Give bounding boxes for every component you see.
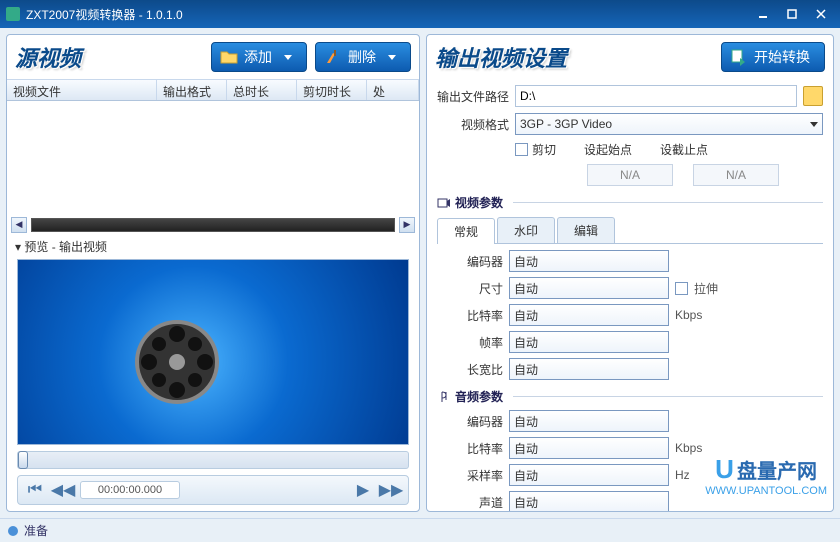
v-aspect-label: 长宽比 [437, 361, 503, 378]
chevron-down-icon [810, 122, 818, 127]
audio-params-group: 音频参数 [437, 388, 823, 405]
end-point-value: N/A [693, 164, 779, 186]
video-params-group: 视频参数 [437, 194, 823, 211]
prev-button[interactable]: ◀◀ [52, 480, 74, 500]
broom-icon [324, 48, 342, 66]
horizontal-scrollbar[interactable]: ◀ ▶ [7, 216, 419, 234]
a-samplerate-label: 采样率 [437, 467, 503, 484]
stretch-label: 拉伸 [694, 280, 718, 297]
a-samplerate-unit: Hz [675, 468, 690, 482]
close-button[interactable] [808, 6, 834, 22]
output-settings-panel: 输出视频设置 开始转换 输出文件路径 视频格式 3GP - 3GP Video … [426, 34, 834, 512]
add-button[interactable]: 添加 [211, 42, 307, 72]
browse-folder-button[interactable] [803, 86, 823, 106]
folder-icon [220, 48, 238, 66]
play-button[interactable]: ▶ [352, 480, 374, 500]
v-bitrate-select[interactable]: 自动 [509, 304, 669, 326]
col-duration[interactable]: 总时长 [227, 80, 297, 100]
a-channel-label: 声道 [437, 494, 503, 511]
stretch-checkbox[interactable] [675, 282, 688, 295]
timeline-slider[interactable] [17, 451, 409, 469]
v-fps-label: 帧率 [437, 334, 503, 351]
first-button[interactable]: ⏮ [24, 480, 46, 500]
app-icon [6, 7, 20, 21]
output-heading: 输出视频设置 [435, 41, 567, 73]
window-title: ZXT2007视频转换器 - 1.0.1.0 [26, 6, 183, 23]
player-controls: ⏮ ◀◀ 00:00:00.000 ▶ ▶▶ [17, 475, 409, 505]
v-size-label: 尺寸 [437, 280, 503, 297]
next-button[interactable]: ▶▶ [380, 480, 402, 500]
video-format-select[interactable]: 3GP - 3GP Video [515, 113, 823, 135]
audio-icon [437, 390, 451, 404]
delete-button[interactable]: 删除 [315, 42, 411, 72]
col-format[interactable]: 输出格式 [157, 80, 227, 100]
col-process[interactable]: 处 [367, 80, 419, 100]
status-bar: 准备 [0, 518, 840, 542]
a-bitrate-unit: Kbps [675, 441, 702, 455]
v-fps-select[interactable]: 自动 [509, 331, 669, 353]
chevron-down-icon [284, 55, 292, 60]
tab-edit[interactable]: 编辑 [557, 217, 615, 243]
maximize-button[interactable] [779, 6, 805, 22]
cut-label: 剪切 [532, 141, 556, 158]
tab-general[interactable]: 常规 [437, 218, 495, 244]
title-bar: ZXT2007视频转换器 - 1.0.1.0 [0, 0, 840, 28]
film-reel-icon [127, 312, 227, 412]
set-end-label: 设截止点 [660, 141, 708, 158]
chevron-down-icon [388, 55, 396, 60]
status-text: 准备 [24, 522, 48, 539]
v-encoder-select[interactable]: 自动 [509, 250, 669, 272]
delete-button-label: 删除 [348, 47, 376, 67]
minimize-button[interactable] [750, 6, 776, 22]
a-bitrate-select[interactable]: 自动 [509, 437, 669, 459]
preview-label: 预览 - 输出视频 [7, 234, 419, 257]
file-list-header: 视频文件 输出格式 总时长 剪切时长 处 [7, 79, 419, 101]
video-icon [437, 196, 451, 210]
v-size-select[interactable]: 自动 [509, 277, 669, 299]
cut-checkbox[interactable] [515, 143, 528, 156]
v-encoder-label: 编码器 [437, 253, 503, 270]
start-convert-label: 开始转换 [754, 47, 810, 67]
start-point-value: N/A [587, 164, 673, 186]
a-channel-select[interactable]: 自动 [509, 491, 669, 511]
set-start-label: 设起始点 [584, 141, 632, 158]
convert-icon [730, 48, 748, 66]
tab-watermark[interactable]: 水印 [497, 217, 555, 243]
scroll-right-icon[interactable]: ▶ [399, 217, 415, 233]
a-bitrate-label: 比特率 [437, 440, 503, 457]
col-file[interactable]: 视频文件 [7, 80, 157, 100]
output-path-label: 输出文件路径 [437, 88, 509, 105]
a-samplerate-select[interactable]: 自动 [509, 464, 669, 486]
v-bitrate-unit: Kbps [675, 308, 702, 322]
scroll-track[interactable] [31, 218, 395, 232]
source-heading: 源视频 [15, 41, 81, 73]
timeline-knob[interactable] [18, 451, 28, 469]
a-encoder-select[interactable]: 自动 [509, 410, 669, 432]
source-panel: 源视频 添加 删除 视频文件 输出格式 总时长 剪切时长 处 ◀ ▶ [6, 34, 420, 512]
preview-area [17, 259, 409, 445]
v-bitrate-label: 比特率 [437, 307, 503, 324]
status-icon [8, 526, 18, 536]
file-list[interactable] [7, 101, 419, 216]
site-watermark: U 盘量产网 WWW.UPANTOOL.COM [705, 454, 827, 497]
video-format-label: 视频格式 [437, 116, 509, 133]
a-encoder-label: 编码器 [437, 413, 503, 430]
timecode: 00:00:00.000 [80, 481, 180, 499]
output-path-input[interactable] [515, 85, 797, 107]
start-convert-button[interactable]: 开始转换 [721, 42, 825, 72]
v-aspect-select[interactable]: 自动 [509, 358, 669, 380]
scroll-left-icon[interactable]: ◀ [11, 217, 27, 233]
add-button-label: 添加 [244, 47, 272, 67]
col-cut-duration[interactable]: 剪切时长 [297, 80, 367, 100]
